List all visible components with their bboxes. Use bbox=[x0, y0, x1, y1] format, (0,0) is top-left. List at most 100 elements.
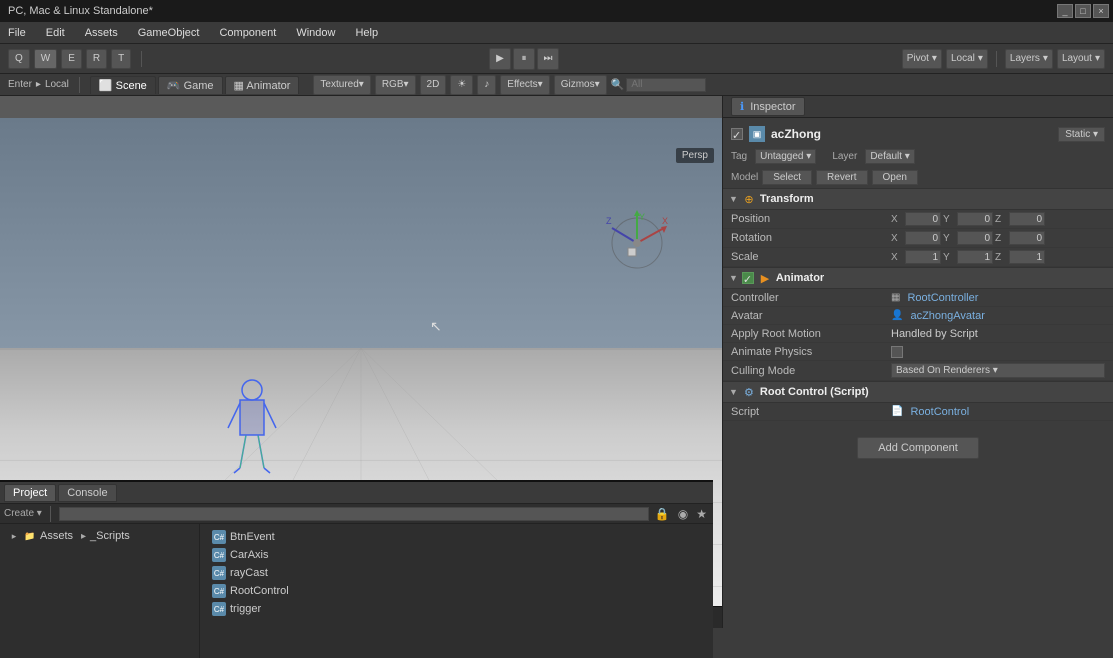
file-item[interactable]: C# rayCast bbox=[208, 564, 705, 582]
project-content: ▸ 📁 Assets ▸ _Scripts C# BtnEvent C# Car… bbox=[0, 524, 713, 658]
menu-edit[interactable]: Edit bbox=[42, 25, 69, 41]
avatar-value[interactable]: acZhongAvatar bbox=[910, 310, 984, 322]
console-tab[interactable]: Console bbox=[58, 484, 116, 502]
titlebar-controls[interactable]: _ □ × bbox=[1057, 4, 1109, 18]
scale-z-input[interactable] bbox=[1009, 250, 1045, 264]
rotation-x-input[interactable] bbox=[905, 231, 941, 245]
menu-gameobject[interactable]: GameObject bbox=[134, 25, 204, 41]
layer-dropdown[interactable]: Default ▾ bbox=[865, 149, 915, 164]
rotation-y-input[interactable] bbox=[957, 231, 993, 245]
animator-section-header[interactable]: ▼ ✓ ▶ Animator bbox=[723, 267, 1113, 289]
menu-component[interactable]: Component bbox=[215, 25, 280, 41]
position-y-input[interactable] bbox=[957, 212, 993, 226]
scale-y-label: Y bbox=[943, 252, 955, 263]
open-button[interactable]: Open bbox=[872, 170, 918, 185]
move-tool-button[interactable]: W bbox=[34, 49, 57, 69]
tag-dropdown[interactable]: Untagged ▾ bbox=[755, 149, 816, 164]
scale-tool-button[interactable]: R bbox=[86, 49, 107, 69]
static-button[interactable]: Static ▾ bbox=[1058, 127, 1105, 142]
gizmos-btn[interactable]: Gizmos ▾ bbox=[554, 75, 607, 95]
menu-help[interactable]: Help bbox=[351, 25, 382, 41]
position-label: Position bbox=[731, 213, 891, 225]
add-component-button[interactable]: Add Component bbox=[857, 437, 979, 459]
culling-mode-dropdown[interactable]: Based On Renderers ▾ bbox=[891, 363, 1105, 378]
menu-file[interactable]: File bbox=[4, 25, 30, 41]
2d-btn[interactable]: 2D bbox=[420, 75, 447, 95]
position-value: X Y Z bbox=[891, 212, 1105, 226]
maximize-button[interactable]: □ bbox=[1075, 4, 1091, 18]
game-icon: 🎮 bbox=[167, 80, 184, 92]
local-tab: Local bbox=[45, 79, 69, 90]
project-star-icon[interactable]: ★ bbox=[694, 507, 709, 521]
inspector-header: ℹ Inspector bbox=[723, 96, 1113, 118]
perspective-label[interactable]: Persp bbox=[676, 148, 714, 163]
audio-btn[interactable]: ♪ bbox=[477, 75, 496, 95]
project-eye-icon[interactable]: ◉ bbox=[676, 507, 690, 521]
project-tabs: Project Console bbox=[0, 482, 713, 504]
rgb-btn[interactable]: RGB ▾ bbox=[375, 75, 416, 95]
lighting-btn[interactable]: ☀ bbox=[450, 75, 473, 95]
project-search-input[interactable] bbox=[59, 507, 649, 521]
select-button[interactable]: Select bbox=[762, 170, 812, 185]
menu-assets[interactable]: Assets bbox=[81, 25, 122, 41]
script-value[interactable]: RootControl bbox=[910, 406, 969, 418]
transform-gizmo: Y X Z bbox=[602, 208, 672, 278]
file-item[interactable]: C# CarAxis bbox=[208, 546, 705, 564]
project-lock-icon[interactable]: 🔒 bbox=[653, 507, 672, 521]
hand-tool-button[interactable]: Q bbox=[8, 49, 30, 69]
file-item[interactable]: C# trigger bbox=[208, 600, 705, 618]
tab-scene[interactable]: ⬜ Scene bbox=[90, 76, 156, 94]
tab-game[interactable]: 🎮 Game bbox=[158, 76, 223, 94]
pos-x-label: X bbox=[891, 214, 903, 225]
rotate-tool-button[interactable]: E bbox=[61, 49, 82, 69]
tab-animator[interactable]: ▦ Animator bbox=[225, 76, 300, 94]
scale-y-input[interactable] bbox=[957, 250, 993, 264]
layers-dropdown[interactable]: Layers ▾ bbox=[1005, 49, 1053, 69]
animator-enabled-checkbox[interactable]: ✓ bbox=[742, 272, 754, 284]
minimize-button[interactable]: _ bbox=[1057, 4, 1073, 18]
transform-section-title: Transform bbox=[760, 193, 814, 205]
scene-icon: ⬜ bbox=[99, 80, 116, 92]
scene-toolbar: Enter ▸ Local ⬜ Scene 🎮 Game ▦ Animator … bbox=[0, 74, 1113, 96]
layers-dropdown-arrow: ▾ bbox=[1043, 53, 1048, 64]
transform-arrow-icon: ▼ bbox=[729, 194, 738, 204]
viewport-tabs-row: ⬜ Scene 🎮 Game ▦ Animator bbox=[90, 76, 300, 94]
tree-assets[interactable]: ▸ 📁 Assets ▸ _Scripts bbox=[4, 528, 195, 544]
object-active-checkbox[interactable]: ✓ bbox=[731, 128, 743, 140]
assets-folder-icon: 📁 bbox=[24, 530, 36, 542]
rect-tool-button[interactable]: T bbox=[111, 49, 131, 69]
pivot-dropdown[interactable]: Pivot ▾ bbox=[902, 49, 942, 69]
pause-button[interactable]: ⏸ bbox=[513, 48, 535, 70]
project-search-bar: Create ▾ 🔒 ◉ ★ bbox=[0, 504, 713, 524]
animate-physics-value bbox=[891, 346, 1105, 358]
rotation-row: Rotation X Y Z bbox=[723, 229, 1113, 248]
pivot-label: Pivot bbox=[907, 53, 929, 64]
layout-dropdown[interactable]: Layout ▾ bbox=[1057, 49, 1105, 69]
effects-btn[interactable]: Effects ▾ bbox=[500, 75, 549, 95]
step-button[interactable]: ⏭ bbox=[537, 48, 559, 70]
local-dropdown[interactable]: Local ▾ bbox=[946, 49, 988, 69]
scene-search-input[interactable] bbox=[626, 78, 706, 92]
revert-button[interactable]: Revert bbox=[816, 170, 867, 185]
rotation-z-input[interactable] bbox=[1009, 231, 1045, 245]
menu-window[interactable]: Window bbox=[292, 25, 339, 41]
play-button[interactable]: ▶ bbox=[489, 48, 511, 70]
layout-dropdown-arrow: ▾ bbox=[1095, 53, 1100, 64]
transform-section-header[interactable]: ▼ ⊕ Transform bbox=[723, 188, 1113, 210]
file-item[interactable]: C# RootControl bbox=[208, 582, 705, 600]
scale-label: Scale bbox=[731, 251, 891, 263]
textured-btn[interactable]: Textured ▾ bbox=[313, 75, 370, 95]
animate-physics-checkbox[interactable] bbox=[891, 346, 903, 358]
inspector-tab[interactable]: ℹ Inspector bbox=[731, 97, 805, 116]
scale-x-input[interactable] bbox=[905, 250, 941, 264]
apply-root-motion-text: Handled by Script bbox=[891, 328, 978, 340]
controller-value[interactable]: RootController bbox=[907, 292, 978, 304]
file-name: BtnEvent bbox=[230, 531, 275, 543]
position-z-input[interactable] bbox=[1009, 212, 1045, 226]
apply-root-motion-value: Handled by Script bbox=[891, 328, 1105, 340]
project-tab[interactable]: Project bbox=[4, 484, 56, 502]
file-item[interactable]: C# BtnEvent bbox=[208, 528, 705, 546]
close-button[interactable]: × bbox=[1093, 4, 1109, 18]
position-x-input[interactable] bbox=[905, 212, 941, 226]
root-control-section-header[interactable]: ▼ ⚙ Root Control (Script) bbox=[723, 381, 1113, 403]
